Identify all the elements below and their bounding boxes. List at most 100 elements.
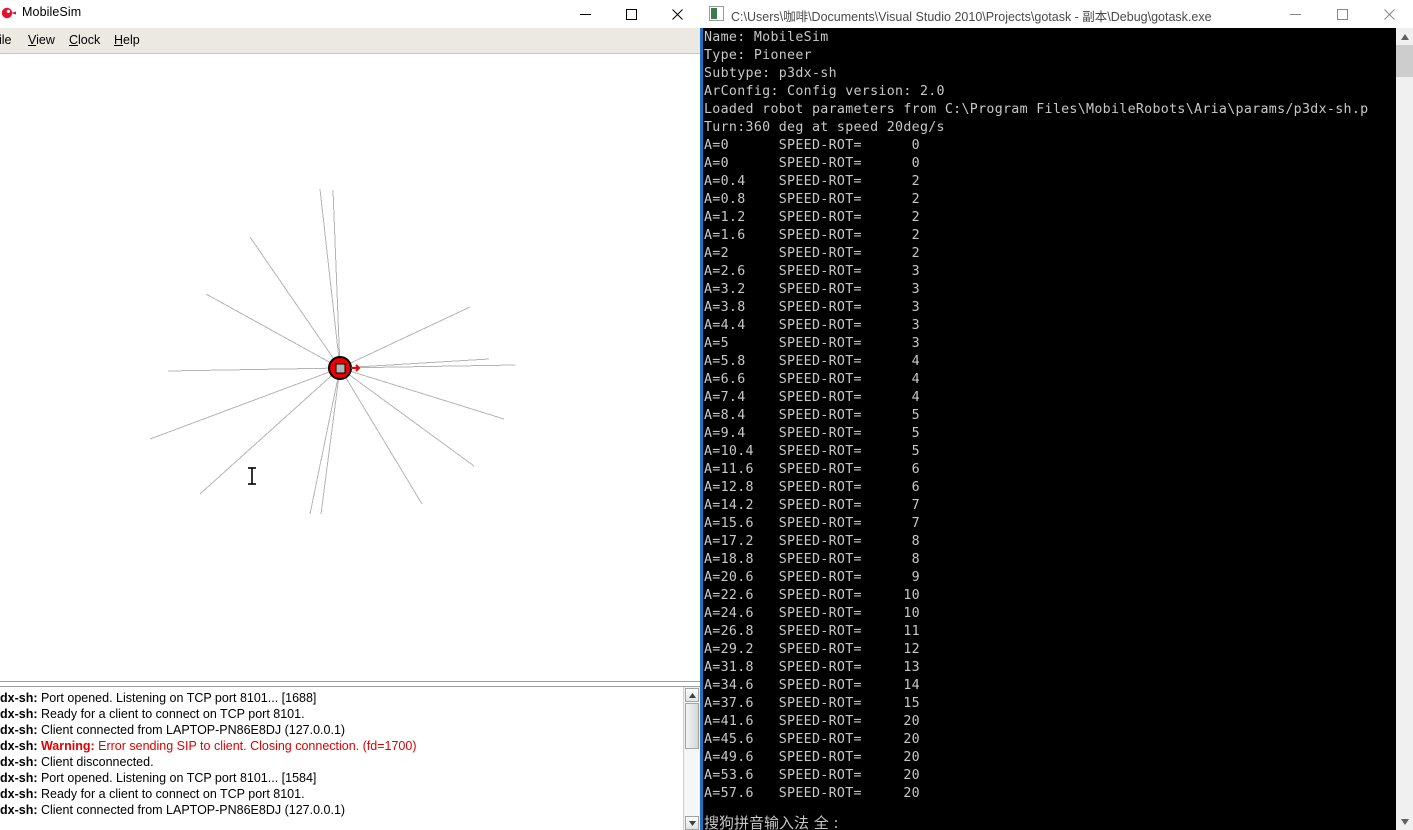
log-message: Client connected from LAPTOP-PN86E8DJ (1… (37, 723, 346, 737)
scroll-up-button[interactable] (685, 688, 699, 702)
chevron-up-icon (688, 692, 696, 698)
console-header-line: Loaded robot parameters from C:\Program … (704, 102, 1369, 117)
console-header-line: Turn:360 deg at speed 20deg/s (704, 120, 945, 135)
menu-file[interactable]: ile (0, 32, 16, 48)
console-header-line: Name: MobileSim (704, 30, 829, 45)
console-left-edge-marker (700, 28, 703, 830)
console-titlebar[interactable]: C:\Users\咖啡\Documents\Visual Studio 2010… (700, 0, 1413, 29)
log-message: Ready for a client to connect on TCP por… (37, 707, 305, 721)
console-data-row: A=57.6 SPEED-ROT= 20 (704, 786, 920, 801)
console-data-row: A=37.6 SPEED-ROT= 15 (704, 696, 920, 711)
console-data-row: A=0 SPEED-ROT= 0 (704, 156, 920, 171)
mobilesim-window: MobileSim ile View Clock Help dx-sh: Por… (0, 0, 700, 830)
console-data-row: A=15.6 SPEED-ROT= 7 (704, 516, 920, 531)
log-prefix: dx-sh: (0, 691, 38, 705)
log-line-warning: dx-sh: Warning: Error sending SIP to cli… (0, 738, 684, 754)
console-data-row: A=2 SPEED-ROT= 2 (704, 246, 920, 261)
console-data-row: A=26.8 SPEED-ROT= 11 (704, 624, 920, 639)
console-app-icon (709, 6, 724, 21)
console-header-line: Subtype: p3dx-sh (704, 66, 837, 81)
console-data-row: A=45.6 SPEED-ROT= 20 (704, 732, 920, 747)
log-prefix: dx-sh: (0, 787, 38, 801)
close-icon (1384, 8, 1395, 20)
maximize-button[interactable] (608, 0, 654, 28)
scroll-down-button[interactable] (1396, 813, 1413, 830)
log-line: dx-sh: Client connected from LAPTOP-PN86… (0, 802, 684, 818)
log-line: dx-sh: Port opened. Listening on TCP por… (0, 770, 684, 786)
log-prefix: dx-sh: (0, 771, 38, 785)
mobilesim-window-controls (562, 0, 700, 28)
menu-help-accel: H (114, 33, 124, 47)
console-data-row: A=41.6 SPEED-ROT= 20 (704, 714, 920, 729)
close-icon (671, 8, 683, 20)
console-data-row: A=4.4 SPEED-ROT= 3 (704, 318, 920, 333)
log-message: Error sending SIP to client. Closing con… (94, 739, 417, 753)
console-data-row: A=8.4 SPEED-ROT= 5 (704, 408, 920, 423)
chevron-down-icon (1400, 818, 1409, 825)
mobilesim-titlebar[interactable]: MobileSim (0, 0, 700, 29)
menu-view[interactable]: View (24, 32, 59, 48)
log-prefix: dx-sh: (0, 707, 38, 721)
console-header-line: ArConfig: Config version: 2.0 (704, 84, 945, 99)
log-message: Port opened. Listening on TCP port 8101.… (37, 771, 317, 785)
console-data-row: A=0.8 SPEED-ROT= 2 (704, 192, 920, 207)
close-button[interactable] (654, 0, 700, 28)
menu-clock[interactable]: Clock (65, 32, 104, 48)
console-data-row: A=17.2 SPEED-ROT= 8 (704, 534, 920, 549)
console-data-row: A=5.8 SPEED-ROT= 4 (704, 354, 920, 369)
log-scrollbar[interactable] (683, 687, 700, 830)
log-text-area[interactable]: dx-sh: Port opened. Listening on TCP por… (0, 690, 684, 818)
console-data-row: A=14.2 SPEED-ROT= 7 (704, 498, 920, 513)
log-message: Port opened. Listening on TCP port 8101.… (37, 691, 317, 705)
scroll-down-button[interactable] (685, 816, 699, 830)
console-title-text: C:\Users\咖啡\Documents\Visual Studio 2010… (731, 10, 1212, 24)
simulation-map-canvas[interactable] (0, 54, 700, 681)
log-line: dx-sh: Ready for a client to connect on … (0, 706, 684, 722)
minimize-button[interactable] (1272, 0, 1319, 28)
menu-file-label: ile (0, 33, 12, 47)
console-window-controls (1272, 0, 1413, 28)
sonar-rays (149, 188, 516, 515)
ime-status-bar: 搜狗拼音输入法 全 : (704, 814, 839, 830)
log-warning-label: Warning: (37, 739, 95, 753)
menu-view-label: iew (36, 33, 55, 47)
menu-view-accel: V (28, 33, 37, 47)
log-prefix: dx-sh: (0, 755, 38, 769)
log-message: Client disconnected. (37, 755, 154, 769)
log-prefix: dx-sh: (0, 723, 38, 737)
console-data-row: A=53.6 SPEED-ROT= 20 (704, 768, 920, 783)
mobilesim-menubar: ile View Clock Help (0, 28, 700, 54)
log-scrollbar-thumb[interactable] (685, 703, 699, 749)
console-data-row: A=18.8 SPEED-ROT= 8 (704, 552, 920, 567)
log-pane: dx-sh: Port opened. Listening on TCP por… (0, 686, 700, 830)
console-data-row: A=11.6 SPEED-ROT= 6 (704, 462, 920, 477)
console-scrollbar[interactable] (1396, 28, 1413, 830)
console-data-row: A=3.8 SPEED-ROT= 3 (704, 300, 920, 315)
console-data-row: A=1.2 SPEED-ROT= 2 (704, 210, 920, 225)
console-output-area[interactable]: Name: MobileSim Type: Pioneer Subtype: p3d… (700, 28, 1413, 830)
robot-marker (328, 356, 361, 380)
console-data-row: A=5 SPEED-ROT= 3 (704, 336, 920, 351)
minimize-button[interactable] (562, 0, 608, 28)
chevron-up-icon (1400, 33, 1409, 40)
console-data-row: A=2.6 SPEED-ROT= 3 (704, 264, 920, 279)
console-scrollbar-thumb[interactable] (1396, 45, 1413, 77)
console-data-row: A=34.6 SPEED-ROT= 14 (704, 678, 920, 693)
minimize-icon (1290, 13, 1301, 15)
maximize-button[interactable] (1319, 0, 1366, 28)
console-data-row: A=3.2 SPEED-ROT= 3 (704, 282, 920, 297)
console-data-row: A=1.6 SPEED-ROT= 2 (704, 228, 920, 243)
menu-help[interactable]: Help (110, 32, 144, 48)
maximize-icon (625, 8, 637, 20)
console-data-row: A=24.6 SPEED-ROT= 10 (704, 606, 920, 621)
console-data-row: A=7.4 SPEED-ROT= 4 (704, 390, 920, 405)
console-window: C:\Users\咖啡\Documents\Visual Studio 2010… (700, 0, 1413, 830)
close-button[interactable] (1366, 0, 1413, 28)
console-data-row: A=0 SPEED-ROT= 0 (704, 138, 920, 153)
mobilesim-logo-icon (1, 5, 18, 21)
log-message: Ready for a client to connect on TCP por… (37, 787, 305, 801)
console-data-row: A=31.8 SPEED-ROT= 13 (704, 660, 920, 675)
menu-help-label: elp (123, 33, 140, 47)
scroll-up-button[interactable] (1396, 28, 1413, 45)
text-ibeam-cursor (248, 467, 256, 485)
